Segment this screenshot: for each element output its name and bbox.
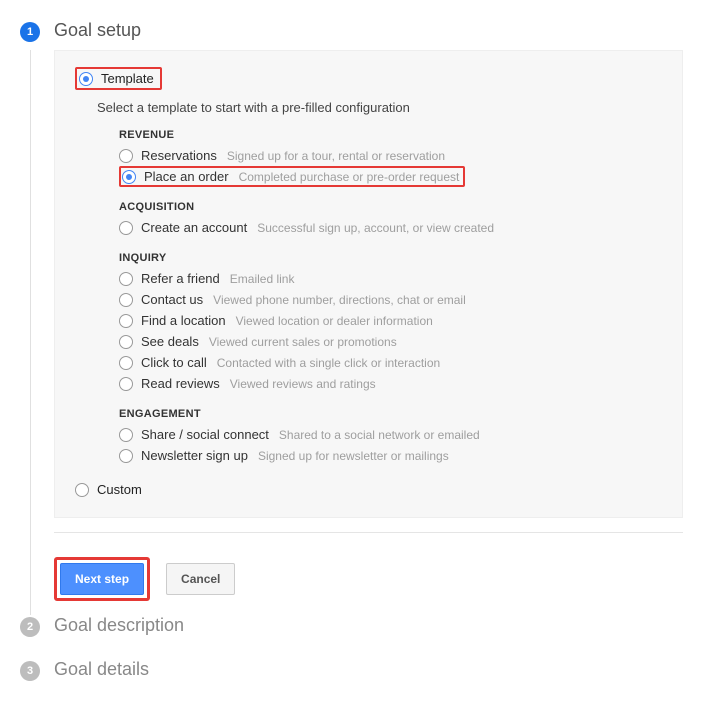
step-3-badge: 3 — [20, 661, 40, 681]
opt-see-deals[interactable]: See deals Viewed current sales or promot… — [119, 331, 662, 352]
opt-newsletter[interactable]: Newsletter sign up Signed up for newslet… — [119, 445, 662, 466]
radio-template[interactable] — [79, 72, 93, 86]
opt-label: Find a location — [141, 313, 226, 328]
opt-desc: Shared to a social network or emailed — [279, 428, 480, 442]
opt-desc: Contacted with a single click or interac… — [217, 356, 440, 370]
radio-icon — [119, 293, 133, 307]
step-connector — [30, 50, 31, 615]
radio-icon — [119, 428, 133, 442]
opt-label: Read reviews — [141, 376, 220, 391]
cat-engagement: ENGAGEMENT — [119, 408, 662, 420]
opt-find-location[interactable]: Find a location Viewed location or deale… — [119, 310, 662, 331]
opt-share-social[interactable]: Share / social connect Shared to a socia… — [119, 424, 662, 445]
radio-icon — [119, 221, 133, 235]
highlight-place-order: Place an order Completed purchase or pre… — [119, 166, 465, 187]
step-2-badge: 2 — [20, 617, 40, 637]
highlight-template: Template — [75, 67, 162, 90]
step-1-badge: 1 — [20, 22, 40, 42]
radio-custom-label: Custom — [97, 482, 142, 497]
opt-desc: Viewed location or dealer information — [236, 314, 433, 328]
opt-desc: Viewed phone number, directions, chat or… — [213, 293, 466, 307]
radio-icon — [119, 149, 133, 163]
template-options: REVENUE Reservations Signed up for a tou… — [119, 129, 662, 466]
template-subtext: Select a template to start with a pre-fi… — [97, 100, 662, 115]
radio-icon — [119, 314, 133, 328]
step-1-title: Goal setup — [54, 20, 141, 41]
opt-desc: Viewed reviews and ratings — [230, 377, 376, 391]
opt-label: Share / social connect — [141, 427, 269, 442]
goal-setup-panel: Template Select a template to start with… — [54, 50, 683, 518]
opt-click-to-call[interactable]: Click to call Contacted with a single cl… — [119, 352, 662, 373]
opt-desc: Successful sign up, account, or view cre… — [257, 221, 494, 235]
opt-read-reviews[interactable]: Read reviews Viewed reviews and ratings — [119, 373, 662, 394]
opt-desc: Signed up for newsletter or mailings — [258, 449, 449, 463]
radio-icon — [119, 335, 133, 349]
opt-desc: Emailed link — [230, 272, 295, 286]
opt-place-order-label[interactable]: Place an order — [144, 169, 229, 184]
cat-acquisition: ACQUISITION — [119, 201, 662, 213]
opt-label: See deals — [141, 334, 199, 349]
cat-revenue: REVENUE — [119, 129, 662, 141]
radio-icon — [119, 377, 133, 391]
opt-desc: Signed up for a tour, rental or reservat… — [227, 149, 445, 163]
radio-template-label[interactable]: Template — [101, 71, 154, 86]
opt-contact-us[interactable]: Contact us Viewed phone number, directio… — [119, 289, 662, 310]
cancel-button[interactable]: Cancel — [166, 563, 235, 595]
radio-custom-row[interactable]: Custom — [75, 482, 662, 497]
step-3-title: Goal details — [54, 659, 149, 680]
opt-label: Refer a friend — [141, 271, 220, 286]
radio-icon — [119, 449, 133, 463]
step-2-title: Goal description — [54, 615, 184, 636]
opt-create-account[interactable]: Create an account Successful sign up, ac… — [119, 217, 662, 238]
radio-icon — [119, 356, 133, 370]
cat-inquiry: INQUIRY — [119, 252, 662, 264]
opt-label: Newsletter sign up — [141, 448, 248, 463]
radio-custom — [75, 483, 89, 497]
next-step-button[interactable]: Next step — [60, 563, 144, 595]
opt-label: Reservations — [141, 148, 217, 163]
opt-label: Create an account — [141, 220, 247, 235]
divider — [54, 532, 683, 533]
opt-desc: Completed purchase or pre-order request — [239, 170, 460, 184]
opt-desc: Viewed current sales or promotions — [209, 335, 397, 349]
highlight-next: Next step — [54, 557, 150, 601]
radio-icon — [119, 272, 133, 286]
radio-icon[interactable] — [122, 170, 136, 184]
opt-refer-friend[interactable]: Refer a friend Emailed link — [119, 268, 662, 289]
opt-label: Contact us — [141, 292, 203, 307]
opt-label: Click to call — [141, 355, 207, 370]
opt-reservations[interactable]: Reservations Signed up for a tour, renta… — [119, 145, 662, 166]
